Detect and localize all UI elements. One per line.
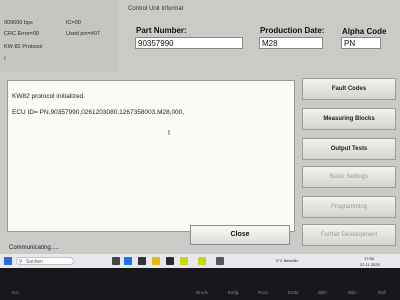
search-placeholder: Suchen	[26, 259, 43, 265]
log-line-1: KW82 protocol initialized.	[12, 93, 85, 100]
key-bild-down: Bild ↓	[348, 290, 360, 295]
alpha-code-label: Alpha Code	[342, 27, 387, 36]
control-unit-group-title: Control Unit Informat	[128, 6, 184, 12]
app-icon-2[interactable]	[166, 257, 174, 265]
production-date-label: Production Date:	[260, 26, 325, 35]
edge-icon[interactable]	[124, 257, 132, 265]
close-button[interactable]: Close	[190, 225, 290, 245]
start-icon[interactable]	[4, 257, 12, 265]
output-tests-button[interactable]: Output Tests	[302, 138, 396, 160]
taskview-icon[interactable]	[112, 257, 120, 265]
weather-text: 3°C Bewölkt	[276, 258, 298, 263]
app-icon-1[interactable]	[138, 257, 146, 265]
clock[interactable]: 17:56	[364, 256, 374, 261]
key-pos1: Pos1	[258, 290, 269, 295]
key-esc: Esc	[12, 290, 20, 295]
alpha-code-field[interactable]: PN	[341, 37, 381, 49]
windows-taskbar: ⚲ Suchen 3°C Bewölkt 17:56 22.11.2025	[0, 254, 400, 268]
vcds-icon-2[interactable]	[198, 257, 206, 265]
baud-rate: 009600 bps	[4, 20, 33, 26]
key-entf: Entf	[378, 290, 387, 295]
part-number-label: Part Number:	[136, 26, 187, 35]
app-window: 009600 bps IC=00 CRC Error=00 Used pin=#…	[0, 0, 400, 268]
key-einfg: Einfg	[228, 290, 239, 295]
production-date-field[interactable]: M28	[259, 37, 323, 49]
log-output[interactable]: KW82 protocol initialized. ECU ID= PN,90…	[7, 80, 295, 232]
text-cursor-icon: I	[168, 130, 170, 137]
further-development-button[interactable]: Further Development	[302, 224, 396, 246]
date: 22.11.2025	[360, 262, 380, 267]
programming-button[interactable]: Programming	[302, 196, 396, 218]
folder-icon[interactable]	[152, 257, 160, 265]
basic-settings-button[interactable]: Basic Settings	[302, 166, 396, 188]
search-icon: ⚲	[19, 259, 23, 265]
ic-counter: IC=00	[66, 20, 81, 26]
used-pin: Used pin=#07	[66, 31, 101, 37]
connection-stats-panel: 009600 bps IC=00 CRC Error=00 Used pin=#…	[0, 0, 118, 72]
vcds-icon[interactable]	[180, 257, 188, 265]
part-number-field[interactable]: 90357990	[135, 37, 243, 49]
measuring-blocks-button[interactable]: Measuring Blocks	[302, 108, 396, 130]
crc-error: CRC Error=00	[4, 31, 39, 37]
key-bild-up: Bild ↑	[318, 290, 330, 295]
status-text: Communicating.....	[9, 245, 60, 251]
key-druck: Druck	[196, 290, 208, 295]
taskbar-search-input[interactable]: ⚲ Suchen	[16, 257, 74, 265]
protocol-extra: /	[4, 56, 6, 62]
protocol-label: KW-82 Protocol	[4, 44, 43, 50]
key-ende: Ende	[288, 290, 299, 295]
log-line-2: ECU ID= PN,90357990,0261203080,126735800…	[12, 109, 185, 116]
app-icon-3[interactable]	[216, 257, 224, 265]
laptop-keyboard-edge: Esc Druck Einfg Pos1 Ende Bild ↑ Bild ↓ …	[0, 268, 400, 300]
fault-codes-button[interactable]: Fault Codes	[302, 78, 396, 100]
